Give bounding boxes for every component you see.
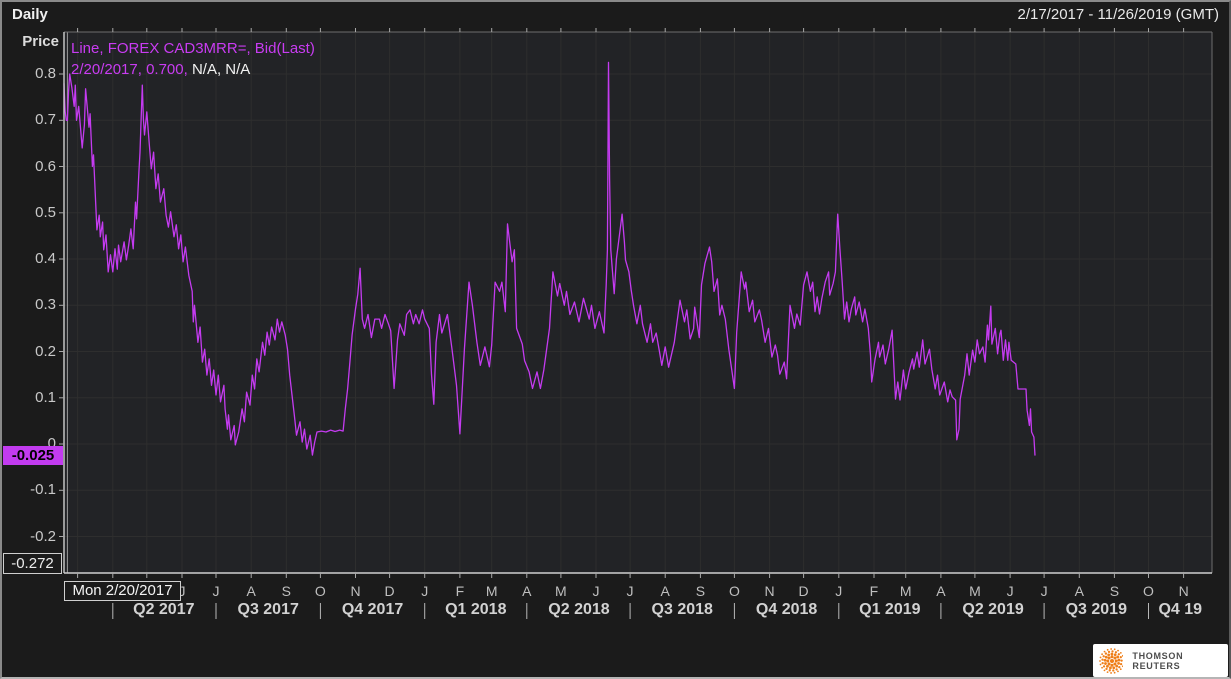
x-month-label: F: [870, 583, 879, 599]
x-month-label: D: [799, 583, 809, 599]
x-month-label: M: [969, 583, 981, 599]
y-tick-label: 0.4: [4, 250, 56, 267]
cursor-date-badge[interactable]: Mon 2/20/2017: [64, 581, 181, 601]
x-month-label: J: [627, 583, 634, 599]
x-month-label: A: [661, 583, 670, 599]
y-tick-label: -0.1: [4, 481, 56, 498]
y-tick-label: 0.3: [4, 296, 56, 313]
x-month-label: N: [1179, 583, 1189, 599]
thomson-reuters-wordmark: THOMSON REUTERS: [1132, 651, 1228, 671]
x-quarter-label: Q2 2019: [962, 601, 1023, 619]
legend-cursor-na: N/A, N/A: [188, 61, 251, 78]
x-quarter-label: Q2 2017: [133, 601, 194, 619]
x-month-label: A: [936, 583, 945, 599]
interval-label: Daily: [12, 6, 48, 23]
x-month-label: A: [1075, 583, 1084, 599]
x-quarter-label: Q3 2018: [652, 601, 713, 619]
y-tick-label: 0.6: [4, 158, 56, 175]
x-month-label: J: [593, 583, 600, 599]
thomson-reuters-logo: THOMSON REUTERS: [1093, 644, 1228, 677]
x-month-label: O: [729, 583, 740, 599]
x-month-label: J: [835, 583, 842, 599]
x-month-label: D: [385, 583, 395, 599]
price-axis-title: Price: [2, 33, 59, 50]
date-range-label: 2/17/2017 - 11/26/2019 (GMT): [1017, 6, 1219, 23]
axis-min-badge: -0.272: [3, 553, 62, 574]
y-tick-label: -0.2: [4, 528, 56, 545]
x-quarter-label: Q4 19: [1158, 601, 1202, 619]
x-month-label: J: [213, 583, 220, 599]
x-month-label: O: [315, 583, 326, 599]
chart-plot-area[interactable]: [2, 2, 1231, 679]
x-month-label: A: [247, 583, 256, 599]
legend-cursor-highlight: 2/20/2017, 0.700,: [71, 61, 188, 78]
x-quarter-label: Q4 2017: [342, 601, 403, 619]
x-month-label: S: [1110, 583, 1119, 599]
x-month-label: N: [350, 583, 360, 599]
chart-window: Daily 2/17/2017 - 11/26/2019 (GMT) Price…: [0, 0, 1231, 679]
x-quarter-label: Q1 2018: [445, 601, 506, 619]
legend-series-label[interactable]: Line, FOREX CAD3MRR=, Bid(Last): [71, 38, 315, 59]
y-tick-label: 0.5: [4, 204, 56, 221]
x-month-label: A: [522, 583, 531, 599]
last-price-badge: -0.025: [3, 446, 63, 465]
x-month-label: J: [421, 583, 428, 599]
x-month-label: F: [456, 583, 465, 599]
x-month-label: M: [900, 583, 912, 599]
x-month-label: J: [1041, 583, 1048, 599]
x-month-label: M: [486, 583, 498, 599]
reuters-sunburst-icon: [1099, 648, 1123, 674]
plot-background: [64, 32, 1212, 573]
y-tick-label: 0.8: [4, 65, 56, 82]
y-tick-label: 0.2: [4, 343, 56, 360]
x-month-label: M: [555, 583, 567, 599]
x-quarter-label: Q1 2019: [859, 601, 920, 619]
x-quarter-label: Q3 2019: [1066, 601, 1127, 619]
x-month-label: N: [765, 583, 775, 599]
legend-cursor-values: 2/20/2017, 0.700, N/A, N/A: [71, 59, 315, 80]
x-month-label: S: [696, 583, 705, 599]
x-month-label: O: [1143, 583, 1154, 599]
chart-legend: Line, FOREX CAD3MRR=, Bid(Last) 2/20/201…: [71, 38, 315, 80]
y-tick-label: 0.1: [4, 389, 56, 406]
x-quarter-label: Q4 2018: [756, 601, 817, 619]
x-month-label: J: [1007, 583, 1014, 599]
y-tick-label: 0.7: [4, 111, 56, 128]
x-month-label: S: [282, 583, 291, 599]
x-quarter-label: Q3 2017: [237, 601, 298, 619]
x-quarter-label: Q2 2018: [548, 601, 609, 619]
